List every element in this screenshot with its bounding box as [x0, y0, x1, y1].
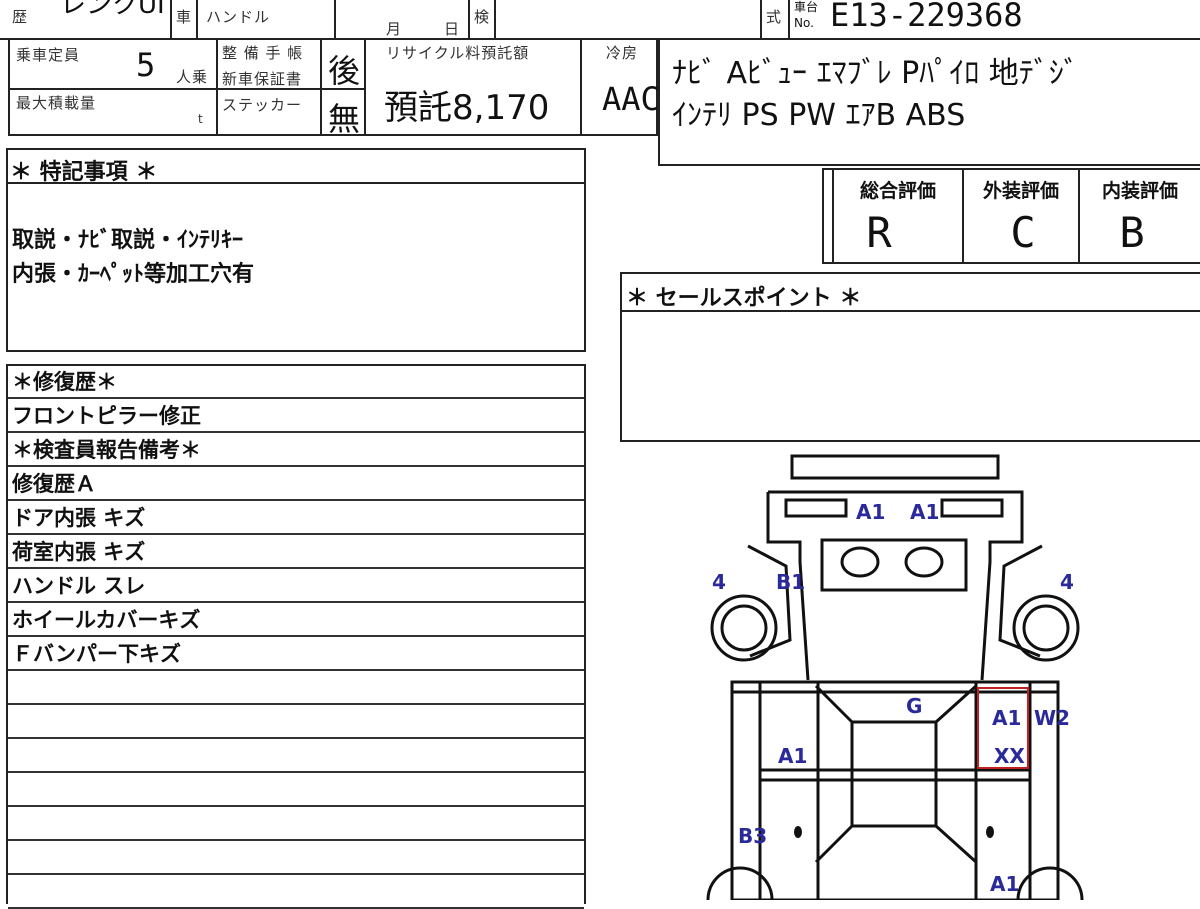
model-name: レンクUI	[60, 0, 165, 20]
divider	[170, 0, 172, 38]
roof-panel	[850, 720, 938, 828]
divider	[8, 182, 584, 184]
door-handle	[986, 826, 994, 838]
recycle-value: 預託8,170	[384, 88, 550, 128]
interior-grade-label: 内装評価	[1101, 180, 1178, 202]
chassis-number: E13-229368	[830, 0, 1023, 34]
recycle-label: リサイクル料預託額	[386, 44, 530, 62]
damage-mark: A1	[990, 872, 1020, 896]
type-label: 式	[766, 8, 783, 26]
report-item	[8, 876, 584, 909]
overall-grade-label: 総合評価	[859, 180, 936, 202]
divider	[580, 40, 582, 136]
manual-value: 後	[328, 52, 361, 90]
divider	[760, 0, 762, 38]
report-item	[8, 740, 584, 773]
specs-block: 乗車定員 5 人乗 最大積載量 t 整 備 手 帳 新車保証書 ステッカー 後 …	[8, 38, 660, 138]
divider	[320, 88, 364, 90]
divider	[334, 0, 336, 38]
wheel-front-right	[1016, 866, 1084, 900]
damage-mark: A1	[992, 706, 1022, 730]
sticker-value: 無	[328, 100, 361, 138]
overall-grade-value: R	[866, 208, 892, 257]
divider	[364, 40, 366, 136]
rear-quarter-right	[998, 544, 1043, 658]
divider	[196, 0, 198, 38]
warranty-label: 新車保証書	[222, 70, 303, 88]
repair-title: ＊修復歴＊	[8, 366, 584, 399]
trunk-panel	[940, 498, 1004, 518]
month-label: 月	[386, 20, 403, 38]
equipment-line-2: ｲﾝﾃﾘ PS PW ｴｱB ABS	[672, 98, 966, 133]
handle-label: ハンドル	[206, 8, 271, 26]
report-item	[8, 842, 584, 875]
notes-box: ＊ 特記事項 ＊ 取説・ﾅﾋﾞ取説・ｲﾝﾃﾘｷｰ 内張・ｶｰﾍﾟｯﾄ等加工穴有	[6, 148, 586, 352]
damage-mark: W2	[1034, 706, 1070, 730]
wheel-rear-right	[1022, 604, 1070, 652]
pillar-line	[814, 684, 978, 864]
damage-mark: 4	[712, 570, 726, 594]
trunk-panel	[784, 498, 848, 518]
manual-label: 整 備 手 帳	[222, 44, 304, 62]
divider	[622, 310, 1200, 312]
capacity-label: 乗車定員	[16, 46, 81, 64]
report-item: ドア内張 キズ	[8, 502, 584, 535]
door-handle	[794, 826, 802, 838]
header-strip: 歴 レンクUI 車 ハンドル 月 日 検 式 車台 No. E13-229368	[0, 0, 1200, 40]
history-label: 歴	[12, 8, 29, 26]
report-item: 修復歴Ａ	[8, 468, 584, 501]
damage-mark: 4	[1060, 570, 1074, 594]
capacity-value: 5	[136, 46, 156, 84]
sales-title: ＊ セールスポイント ＊	[626, 286, 862, 311]
report-item: Ｆバンパー下キズ	[8, 638, 584, 671]
chassis-label: 車台	[794, 0, 819, 14]
damage-mark: XX	[994, 744, 1025, 768]
notes-line-1: 取説・ﾅﾋﾞ取説・ｲﾝﾃﾘｷｰ	[12, 228, 244, 253]
damage-mark: B1	[776, 570, 806, 594]
damage-mark: B3	[738, 824, 768, 848]
report-item	[8, 672, 584, 705]
report-title: ＊検査員報告備考＊	[8, 434, 584, 467]
equipment-line-1: ﾅﾋﾞ Aﾋﾞｭｰ ｴﾏﾌﾞﾚ Pﾊﾟｲﾛ 地ﾃﾞｼﾞ	[672, 56, 1079, 91]
interior-grade-value: B	[1119, 208, 1145, 257]
divider	[788, 0, 790, 38]
rear-bumper-outline	[790, 454, 1000, 480]
repair-value: フロントピラー修正	[8, 400, 584, 433]
damage-mark: A1	[856, 500, 886, 524]
roof-light	[840, 546, 880, 578]
body-outline	[766, 490, 1024, 681]
damage-mark: A1	[910, 500, 940, 524]
report-item	[8, 706, 584, 739]
chassis-no-label: No.	[794, 16, 814, 30]
sticker-label: ステッカー	[222, 96, 303, 114]
max-load-unit: t	[198, 112, 204, 126]
report-item: 荷室内張 キズ	[8, 536, 584, 569]
vehicle-label: 車	[176, 8, 193, 26]
divider	[216, 88, 320, 90]
damage-mark: G	[906, 694, 923, 718]
report-item	[8, 774, 584, 807]
rear-quarter-left	[747, 544, 792, 658]
report-item: ハンドル スレ	[8, 570, 584, 603]
day-label: 日	[444, 20, 461, 38]
max-load-label: 最大積載量	[16, 94, 97, 112]
divider	[494, 0, 496, 38]
report-item: ホイールカバーキズ	[8, 604, 584, 637]
divider	[468, 0, 470, 38]
exterior-grade-value: C	[1010, 208, 1036, 257]
report-item	[8, 808, 584, 841]
ac-value: AAC	[602, 80, 660, 118]
roof-light	[904, 546, 944, 578]
notes-line-2: 内張・ｶｰﾍﾟｯﾄ等加工穴有	[12, 262, 255, 287]
ac-label: 冷房	[606, 44, 639, 62]
wheel-rear-left	[720, 604, 768, 652]
exterior-grade-label: 外装評価	[982, 180, 1059, 202]
equipment-box: ﾅﾋﾞ Aﾋﾞｭｰ ｴﾏﾌﾞﾚ Pﾊﾟｲﾛ 地ﾃﾞｼﾞ ｲﾝﾃﾘ PS PW ｴ…	[658, 38, 1200, 166]
capacity-unit: 人乗	[176, 68, 209, 86]
divider	[10, 88, 216, 90]
damage-mark: A1	[778, 744, 808, 768]
wheel-front-left	[706, 866, 774, 900]
inspection-label: 検	[474, 8, 491, 26]
sales-box: ＊ セールスポイント ＊	[620, 272, 1200, 442]
